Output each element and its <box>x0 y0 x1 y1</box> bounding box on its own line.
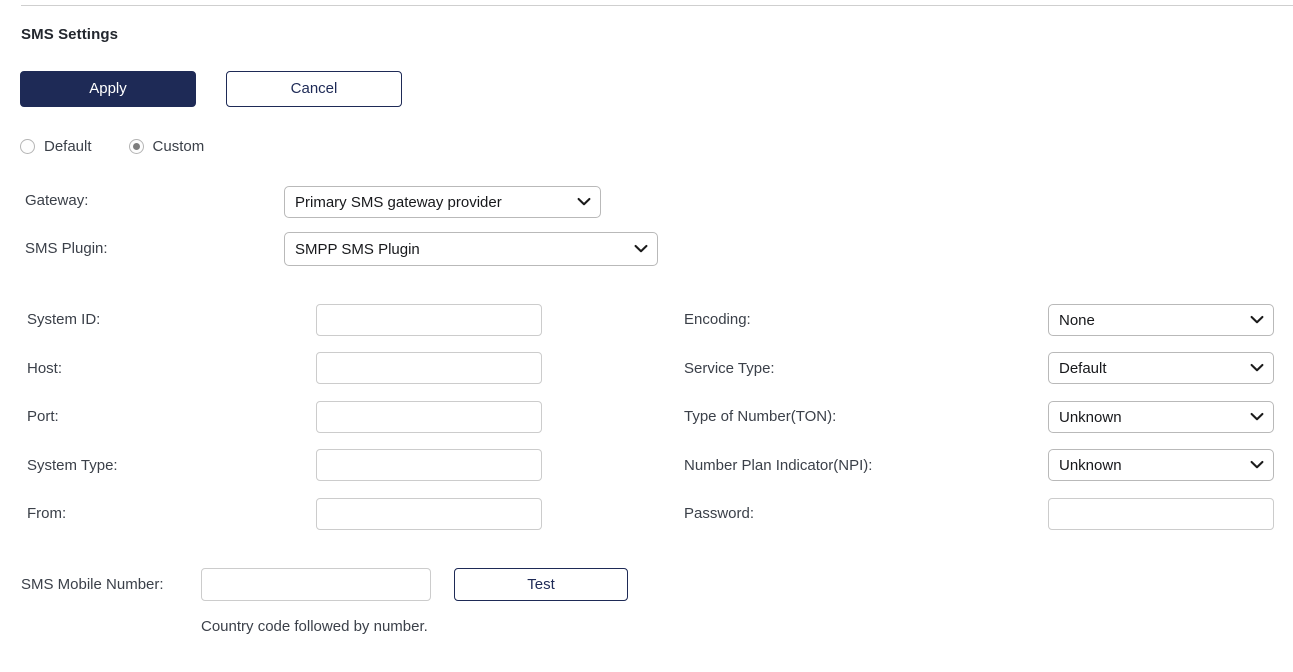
page-title: SMS Settings <box>21 26 119 43</box>
chevron-down-icon <box>634 244 648 253</box>
select-service-type[interactable]: Default <box>1048 352 1274 384</box>
label-sms-plugin: SMS Plugin: <box>25 240 108 257</box>
label-type-of-number: Type of Number(TON): <box>684 408 837 425</box>
radio-mark-custom-icon[interactable] <box>128 139 144 154</box>
label-sms-mobile-number: SMS Mobile Number: <box>21 576 164 593</box>
select-service-type-value: Default <box>1059 359 1107 377</box>
input-system-type[interactable] <box>316 449 542 481</box>
label-encoding: Encoding: <box>684 311 751 328</box>
input-host[interactable] <box>316 352 542 384</box>
label-gateway: Gateway: <box>25 192 89 209</box>
radio-label-default: Default <box>44 138 92 155</box>
label-port: Port: <box>27 408 59 425</box>
input-password[interactable] <box>1048 498 1274 530</box>
radio-mark-default-icon[interactable] <box>20 139 35 154</box>
label-host: Host: <box>27 360 63 377</box>
select-encoding[interactable]: None <box>1048 304 1274 336</box>
chevron-down-icon <box>1250 412 1264 421</box>
action-button-row: Apply Cancel <box>20 71 402 107</box>
select-number-plan-indicator[interactable]: Unknown <box>1048 449 1274 481</box>
chevron-down-icon <box>577 197 591 206</box>
cancel-button[interactable]: Cancel <box>226 71 402 107</box>
radio-option-custom[interactable]: Custom <box>128 138 205 155</box>
mode-radio-group: Default Custom <box>20 138 204 155</box>
chevron-down-icon <box>1250 315 1264 324</box>
select-gateway-value: Primary SMS gateway provider <box>295 193 502 211</box>
label-system-type: System Type: <box>27 457 118 474</box>
select-gateway[interactable]: Primary SMS gateway provider <box>284 186 601 218</box>
select-sms-plugin-value: SMPP SMS Plugin <box>295 240 420 258</box>
label-password: Password: <box>684 505 755 522</box>
radio-label-custom: Custom <box>152 138 205 155</box>
select-type-of-number[interactable]: Unknown <box>1048 401 1274 433</box>
select-type-of-number-value: Unknown <box>1059 408 1122 426</box>
sms-mobile-number-hint: Country code followed by number. <box>201 618 428 635</box>
chevron-down-icon <box>1250 460 1264 469</box>
label-from: From: <box>27 505 67 522</box>
select-number-plan-indicator-value: Unknown <box>1059 456 1122 474</box>
radio-option-default[interactable]: Default <box>20 138 92 155</box>
input-sms-mobile-number[interactable] <box>201 568 431 601</box>
select-sms-plugin[interactable]: SMPP SMS Plugin <box>284 232 658 266</box>
label-number-plan-indicator: Number Plan Indicator(NPI): <box>684 457 873 474</box>
label-service-type: Service Type: <box>684 360 775 377</box>
input-port[interactable] <box>316 401 542 433</box>
chevron-down-icon <box>1250 363 1264 372</box>
label-system-id: System ID: <box>27 311 101 328</box>
input-from[interactable] <box>316 498 542 530</box>
input-system-id[interactable] <box>316 304 542 336</box>
test-button[interactable]: Test <box>454 568 628 601</box>
header-divider <box>21 5 1293 6</box>
select-encoding-value: None <box>1059 311 1095 329</box>
apply-button[interactable]: Apply <box>20 71 196 107</box>
